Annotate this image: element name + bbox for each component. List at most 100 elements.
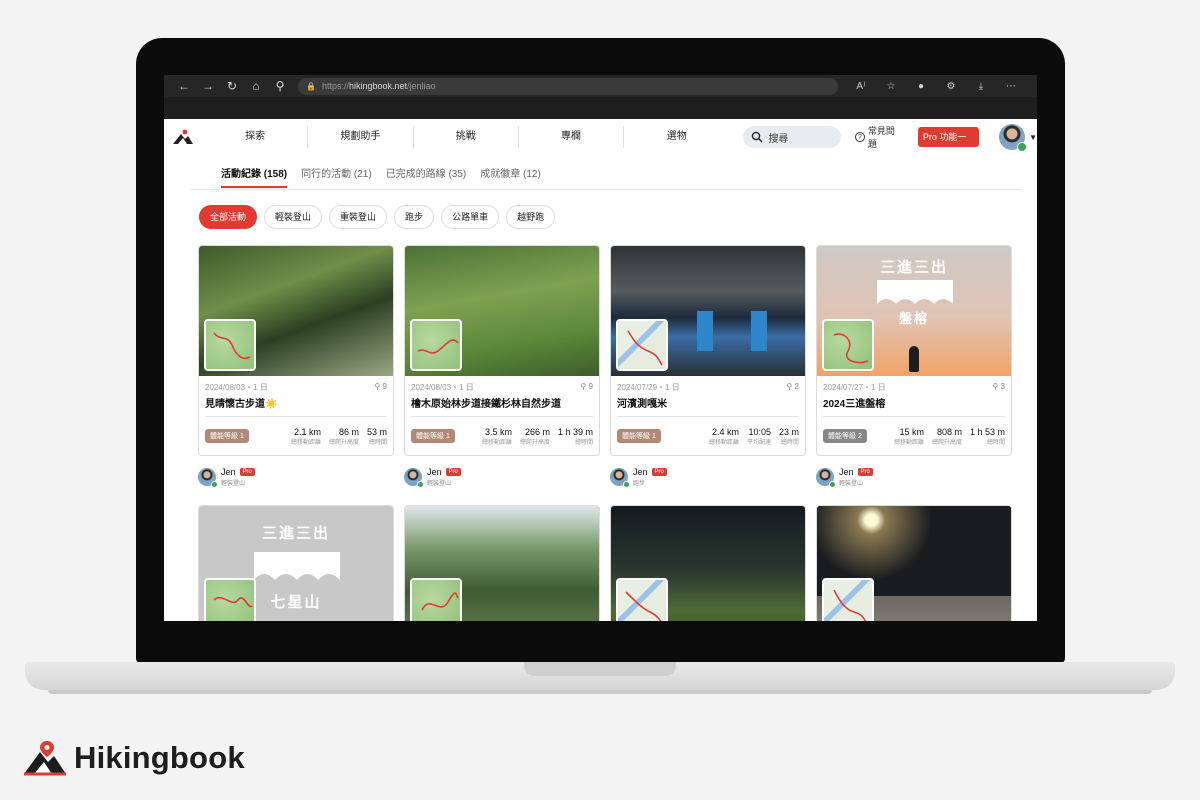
fitness-grade-badge: 體能等級 1 bbox=[411, 429, 455, 443]
forward-icon[interactable]: → bbox=[196, 79, 220, 93]
address-bar[interactable]: 🔒 https://hikingbook.net/jenliao bbox=[298, 77, 838, 95]
activity-title: 檜木原始林步道接鐵杉林自然步道 bbox=[411, 399, 561, 410]
filter-road-cycling[interactable]: 公路單車 bbox=[441, 205, 500, 229]
stat-label: 平均配速 bbox=[746, 439, 771, 446]
activity-photo bbox=[611, 506, 805, 621]
stat-value: 10:05 bbox=[748, 426, 771, 437]
card-author[interactable]: Jen Pro 輕裝登山 bbox=[816, 467, 1012, 488]
stat-label: 總爬升高度 bbox=[519, 439, 550, 446]
activity-card[interactable] bbox=[816, 505, 1012, 621]
activity-date: 2024/08/03・1 日 bbox=[411, 383, 474, 392]
activity-photo bbox=[405, 246, 599, 376]
chevron-down-icon[interactable]: ▼ bbox=[1029, 133, 1037, 142]
faq-link[interactable]: ? 常見問題 bbox=[855, 124, 903, 150]
activity-filters: 全部活動 輕裝登山 重裝登山 跑步 公路單車 越野跑 bbox=[199, 205, 556, 229]
stat-value: 808 m bbox=[936, 426, 962, 437]
question-icon: ? bbox=[855, 132, 865, 142]
pin-icon: ⚲ bbox=[374, 382, 383, 391]
filter-all[interactable]: 全部活動 bbox=[199, 205, 258, 229]
card-author[interactable]: Jen Pro 輕裝登山 bbox=[198, 467, 394, 488]
stat-value: 1 h 39 m bbox=[557, 426, 593, 437]
route-map-thumbnail bbox=[410, 578, 462, 621]
activity-type: 輕裝登山 bbox=[221, 481, 246, 487]
nav-column[interactable]: 專欄 bbox=[519, 126, 625, 148]
home-icon[interactable]: ⌂ bbox=[244, 79, 268, 93]
browser-tabstrip bbox=[164, 97, 1037, 119]
back-icon[interactable]: ← bbox=[172, 79, 196, 93]
activity-card[interactable] bbox=[610, 505, 806, 621]
activity-card[interactable] bbox=[404, 505, 600, 621]
author-name: Jen bbox=[633, 467, 648, 477]
activity-card[interactable]: 2024/07/29・1 日 ⚲ 2 河濱測嘎米 體能等級 1 2.4 km 總移… bbox=[610, 245, 806, 456]
activity-card[interactable]: 2024/08/03・1 日 ⚲ 9 檜木原始林步道接鐵杉林自然步道 體能等級 … bbox=[404, 245, 600, 456]
filter-trail-running[interactable]: 越野跑 bbox=[506, 205, 556, 229]
photo-count-value: 9 bbox=[382, 382, 387, 391]
activity-type: 輕裝登山 bbox=[839, 481, 864, 487]
faq-label: 常見問題 bbox=[867, 126, 895, 149]
route-map-thumbnail bbox=[204, 578, 256, 621]
profile-tabs: 活動紀錄 (158) 同行的活動 (21) 已完成的路線 (35) 成就徽章 (… bbox=[191, 165, 1021, 190]
activity-card[interactable]: 2024/08/03・1 日 ⚲ 9 見晴懷古步道☀️ 體能等級 1 2.1 k… bbox=[198, 245, 394, 456]
card-author[interactable]: Jen Pro 輕裝登山 bbox=[404, 467, 600, 488]
pin-icon: ⚲ bbox=[580, 382, 589, 391]
search-input[interactable]: 搜尋 bbox=[743, 126, 842, 148]
tab-activities[interactable]: 活動紀錄 (158) bbox=[221, 165, 288, 188]
laptop-foot bbox=[48, 690, 1152, 694]
route-map-thumbnail bbox=[410, 319, 462, 371]
activity-card[interactable]: 三進三出 盤榕 2024/07/27・1 日 ⚲ 3 2024三進盤榕 體能等級… bbox=[816, 245, 1012, 456]
bridge-pillar bbox=[697, 311, 713, 351]
route-map-thumbnail bbox=[616, 319, 668, 371]
user-avatar[interactable] bbox=[999, 124, 1028, 152]
filter-light-hiking[interactable]: 輕裝登山 bbox=[264, 205, 323, 229]
activity-photo: 三進三出 盤榕 bbox=[817, 246, 1011, 376]
activity-title: 見晴懷古步道☀️ bbox=[205, 399, 278, 410]
nav-planner[interactable]: 規劃助手 bbox=[308, 126, 414, 148]
extension-icon[interactable]: ● bbox=[906, 81, 936, 92]
photo-count: ⚲ 2 bbox=[786, 382, 799, 391]
tab-badges[interactable]: 成就徽章 (12) bbox=[480, 165, 541, 186]
photo-count-value: 9 bbox=[588, 382, 593, 391]
verified-badge-icon bbox=[1017, 142, 1028, 152]
nav-challenge[interactable]: 挑戰 bbox=[414, 126, 519, 148]
activity-date: 2024/07/29・1 日 bbox=[617, 383, 680, 392]
browser-screen: ← → ↻ ⌂ ⚲ 🔒 https://hikingbook.net/jenli… bbox=[164, 75, 1037, 621]
refresh-icon[interactable]: ↻ bbox=[220, 79, 244, 93]
activity-photo: 三進三出 七星山 bbox=[199, 506, 393, 621]
activity-card[interactable]: 三進三出 七星山 bbox=[198, 505, 394, 621]
runner-silhouette bbox=[909, 346, 919, 372]
url-host: hikingbook.net bbox=[348, 81, 408, 91]
poster-title: 三進三出 bbox=[879, 259, 948, 276]
pro-badge: Pro bbox=[857, 468, 873, 476]
search-icon[interactable]: ⚲ bbox=[268, 79, 292, 93]
url-scheme: https:// bbox=[321, 81, 349, 91]
author-name: Jen bbox=[839, 467, 854, 477]
filter-heavy-hiking[interactable]: 重裝登山 bbox=[329, 205, 388, 229]
stat-label: 總移動距離 bbox=[481, 439, 512, 446]
avatar bbox=[610, 468, 630, 488]
logo-icon[interactable] bbox=[164, 129, 203, 145]
lock-icon: 🔒 bbox=[306, 81, 316, 91]
extensions-puzzle-icon[interactable]: ⚙ bbox=[936, 81, 966, 92]
stat-value: 23 m bbox=[778, 426, 799, 437]
read-aloud-icon[interactable]: A⁾ bbox=[846, 81, 876, 92]
photo-count-value: 2 bbox=[794, 382, 799, 391]
nav-shop[interactable]: 選物 bbox=[624, 126, 729, 148]
filter-running[interactable]: 跑步 bbox=[394, 205, 435, 229]
tab-companion-activities[interactable]: 同行的活動 (21) bbox=[301, 165, 372, 186]
stat-value: 2.1 km bbox=[293, 426, 321, 437]
pro-badge: Pro bbox=[651, 468, 667, 476]
more-icon[interactable]: ⋯ bbox=[996, 81, 1026, 92]
favorite-icon[interactable]: ☆ bbox=[876, 81, 906, 92]
pin-icon: ⚲ bbox=[992, 382, 1001, 391]
nav-explore[interactable]: 探索 bbox=[203, 126, 309, 148]
download-icon[interactable]: ⤓ bbox=[966, 81, 996, 92]
pro-features-button[interactable]: Pro 功能一覽 bbox=[917, 127, 980, 162]
stat-value: 15 km bbox=[899, 426, 924, 437]
activity-photo bbox=[817, 506, 1011, 621]
activity-date: 2024/08/03・1 日 bbox=[205, 383, 268, 392]
author-name: Jen bbox=[427, 467, 442, 477]
tab-completed-routes[interactable]: 已完成的路線 (35) bbox=[386, 165, 467, 186]
site-header: 探索 規劃助手 挑戰 專欄 選物 搜尋 ? 常見問題 Pro 功能一覽 ▼ bbox=[164, 119, 1037, 162]
route-map-thumbnail bbox=[204, 319, 256, 371]
card-author[interactable]: Jen Pro 跑步 bbox=[610, 467, 806, 488]
